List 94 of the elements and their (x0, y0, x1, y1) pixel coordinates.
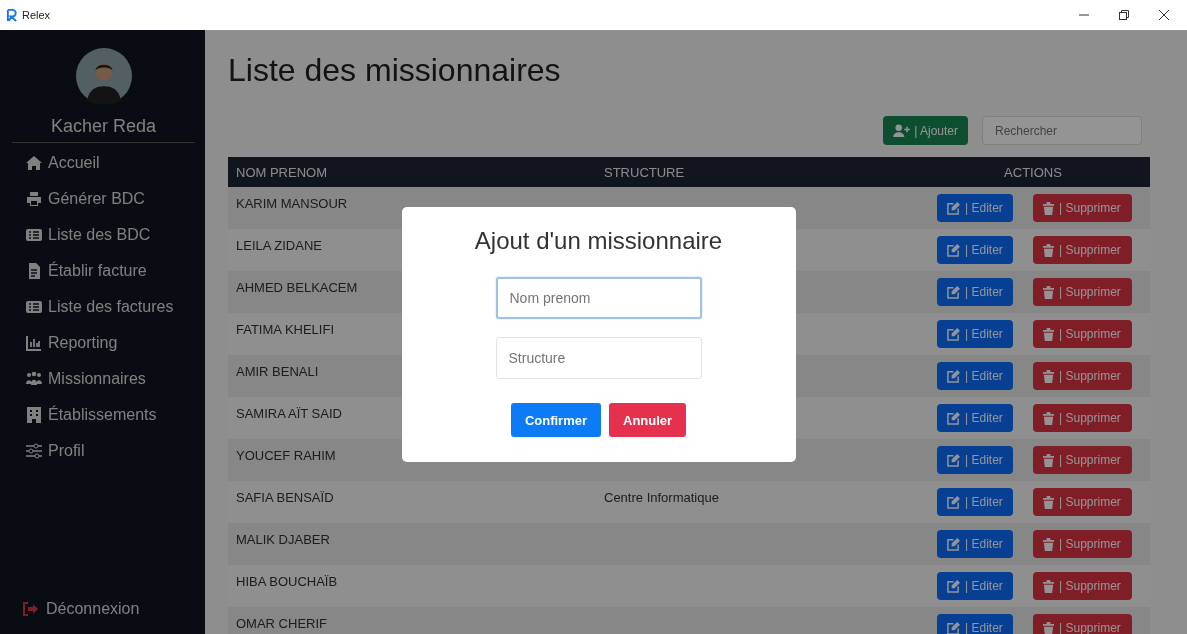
structure-cell: Centre Informatique (604, 490, 719, 505)
delete-button[interactable]: | Supprimer (1033, 488, 1132, 516)
trash-icon (1043, 579, 1054, 593)
name-cell: AHMED BELKACEM (236, 280, 358, 295)
edit-icon (947, 285, 960, 299)
sidebar-item[interactable]: Reporting (12, 325, 195, 361)
sidebar-item[interactable]: Profil (12, 433, 195, 469)
list-icon (26, 299, 42, 315)
edit-icon (947, 369, 960, 383)
name-cell: SAMIRA AÏT SAID (236, 406, 342, 421)
edit-icon (947, 495, 960, 509)
edit-button[interactable]: | Editer (937, 530, 1013, 558)
people-icon (26, 371, 42, 387)
edit-button[interactable]: | Editer (937, 572, 1013, 600)
delete-button[interactable]: | Supprimer (1033, 530, 1132, 558)
edit-button[interactable]: | Editer (937, 614, 1013, 634)
name-cell: FATIMA KHELIFI (236, 322, 334, 337)
name-cell: LEILA ZIDANE (236, 238, 322, 253)
home-icon (26, 155, 42, 171)
input-field[interactable]: Structure (495, 337, 702, 379)
restore-icon[interactable] (1119, 10, 1129, 20)
logout-icon (22, 601, 38, 617)
name-cell: MALIK DJABER (236, 532, 330, 547)
edit-button[interactable]: | Editer (937, 320, 1013, 348)
edit-button[interactable]: | Editer (937, 488, 1013, 516)
name-cell: HIBA BOUCHAÏB (236, 574, 338, 589)
edit-icon (947, 621, 960, 634)
delete-button[interactable]: | Supprimer (1033, 320, 1132, 348)
edit-icon (947, 579, 960, 593)
user-name: Kacher Reda (49, 116, 158, 137)
name-cell: SAFIA BENSAÏD (236, 490, 334, 505)
trash-icon (1043, 411, 1054, 425)
input-field[interactable]: Nom prenom (495, 277, 702, 319)
invoice-icon (26, 263, 42, 279)
trash-icon (1043, 327, 1054, 341)
close-icon[interactable] (1159, 10, 1169, 20)
delete-button[interactable]: | Supprimer (1033, 236, 1132, 264)
search-field[interactable]: Rechercher (982, 116, 1142, 145)
edit-button[interactable]: | Editer (937, 404, 1013, 432)
chart-icon (26, 335, 42, 351)
edit-button[interactable]: | Editer (937, 194, 1013, 222)
trash-icon (1043, 453, 1054, 467)
printer-icon (26, 191, 42, 207)
sidebar-item[interactable]: Établir facture (12, 253, 195, 289)
confirm-button[interactable]: Confirmer (510, 403, 601, 437)
logo-icon (6, 8, 19, 22)
trash-icon (1043, 243, 1054, 257)
delete-button[interactable]: | Supprimer (1033, 572, 1132, 600)
trash-icon (1043, 369, 1054, 383)
delete-button[interactable]: | Supprimer (1033, 614, 1132, 634)
logout-link[interactable]: Déconnexion (12, 600, 195, 618)
edit-button[interactable]: | Editer (937, 278, 1013, 306)
building-icon (26, 407, 42, 423)
edit-icon (947, 243, 960, 257)
name-cell: KARIM MANSOUR (236, 196, 348, 211)
column-header: ACTIONS (1003, 164, 1063, 180)
list-icon (26, 227, 42, 243)
window-title: Relex (22, 9, 51, 21)
edit-icon (947, 411, 960, 425)
edit-button[interactable]: | Editer (937, 236, 1013, 264)
delete-button[interactable]: | Supprimer (1033, 278, 1132, 306)
trash-icon (1043, 201, 1054, 215)
edit-icon (947, 201, 960, 215)
sidebar-item[interactable]: Accueil (12, 145, 195, 181)
sidebar-item[interactable]: Missionnaires (12, 361, 195, 397)
sliders-icon (26, 443, 42, 459)
add-button[interactable]: | Ajouter (883, 116, 968, 145)
trash-icon (1043, 285, 1054, 299)
trash-icon (1043, 621, 1054, 634)
edit-button[interactable]: | Editer (937, 446, 1013, 474)
edit-icon (947, 537, 960, 551)
sidebar-item[interactable]: Générer BDC (12, 181, 195, 217)
modal-title: Ajout d'un missionnaire (474, 227, 723, 255)
page-title: Liste des missionnaires (228, 52, 562, 90)
avatar-icon (75, 48, 132, 104)
user-plus-icon (893, 124, 911, 137)
sidebar-item[interactable]: Liste des BDC (12, 217, 195, 253)
sidebar-item[interactable]: Liste des factures (12, 289, 195, 325)
delete-button[interactable]: | Supprimer (1033, 362, 1132, 390)
sidebar-item[interactable]: Établissements (12, 397, 195, 433)
column-header: NOM PRENOM (235, 164, 328, 180)
name-cell: AMIR BENALI (236, 364, 319, 379)
name-cell: OMAR CHERIF (236, 616, 327, 631)
name-cell: YOUCEF RAHIM (236, 448, 336, 463)
cancel-button[interactable]: Annuler (609, 403, 687, 437)
edit-button[interactable]: | Editer (937, 362, 1013, 390)
column-header: STRUCTURE (603, 164, 686, 180)
edit-icon (947, 453, 960, 467)
delete-button[interactable]: | Supprimer (1033, 194, 1132, 222)
delete-button[interactable]: | Supprimer (1033, 404, 1132, 432)
edit-icon (947, 327, 960, 341)
trash-icon (1043, 495, 1054, 509)
delete-button[interactable]: | Supprimer (1033, 446, 1132, 474)
trash-icon (1043, 537, 1054, 551)
